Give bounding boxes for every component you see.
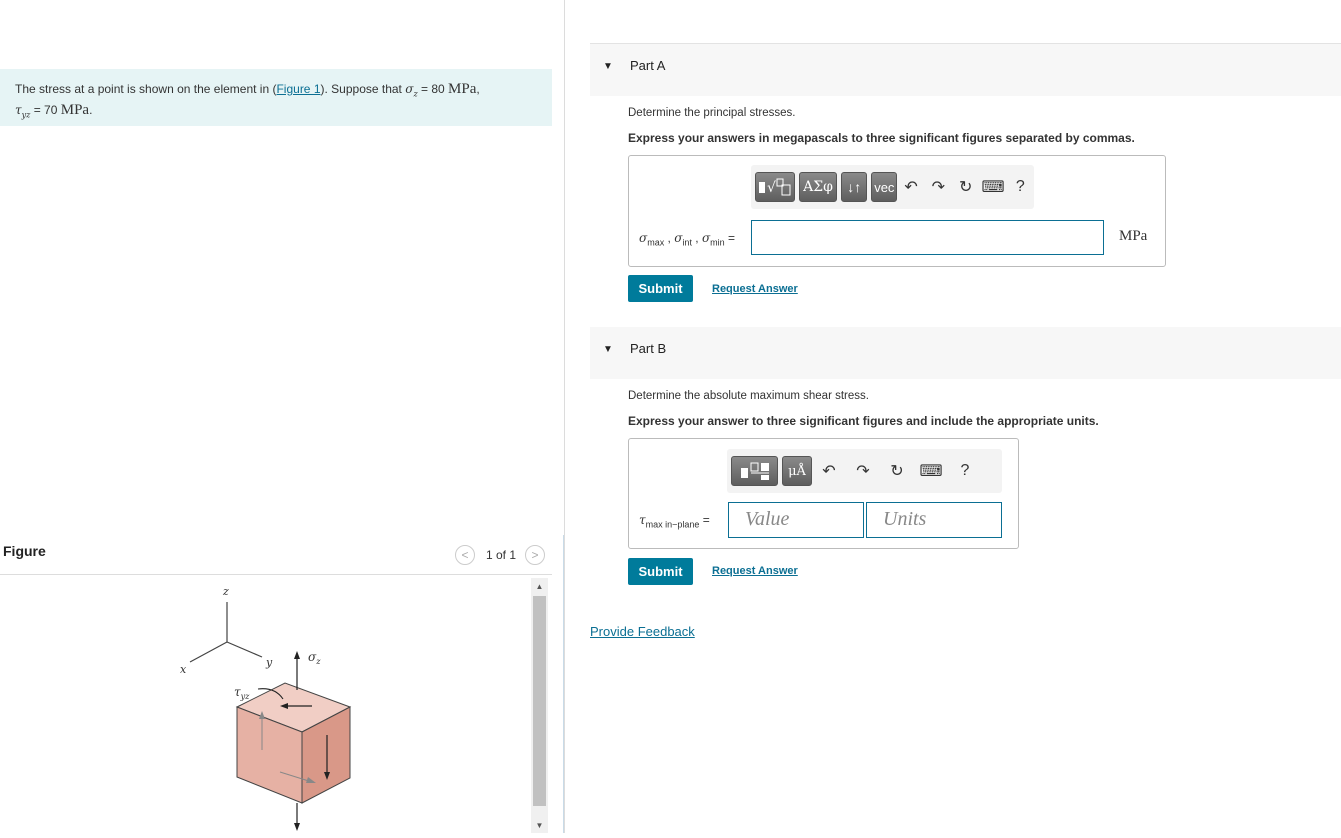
reset-icon[interactable]: ↻ — [952, 172, 979, 202]
pane-divider[interactable] — [564, 0, 565, 833]
problem-intro: The stress at a point is shown on the el… — [15, 82, 277, 96]
sigma-z-label: σz — [308, 650, 321, 666]
scroll-down-arrow-icon[interactable]: ▼ — [531, 817, 548, 833]
collapse-caret-icon[interactable]: ▼ — [603, 61, 613, 72]
help-icon[interactable]: ? — [948, 456, 982, 486]
x-axis-line — [189, 641, 228, 663]
value-placeholder: Value — [745, 508, 790, 530]
units-template-glyph — [740, 462, 769, 480]
figure-title: Figure — [3, 543, 46, 559]
sigma-z-arrowhead-top — [294, 651, 300, 659]
tau-eq: = 70 — [30, 103, 61, 118]
sigma-eq: = 80 — [417, 82, 449, 96]
figure-prev-button[interactable]: < — [455, 545, 475, 565]
axis-y-label: y — [265, 656, 273, 669]
help-icon[interactable]: ? — [1007, 172, 1034, 202]
part-a-answer-input[interactable] — [751, 220, 1104, 255]
part-a-header[interactable]: ▼ Part A — [590, 44, 1341, 96]
figure-link[interactable]: Figure 1 — [276, 82, 320, 96]
sort-arrows-icon[interactable]: ↓↑ — [841, 172, 868, 202]
vec-button[interactable]: vec — [871, 172, 898, 202]
redo-icon[interactable]: ↷ — [846, 456, 880, 486]
part-a-instruction: Express your answers in megapascals to t… — [628, 131, 1135, 145]
part-b-toolbar: μÅ ↶ ↷ ↻ ⌨ ? — [727, 449, 1002, 493]
undo-icon[interactable]: ↶ — [812, 456, 846, 486]
part-a-toolbar: √ ΑΣφ ↓↑ vec ↶ ↷ ↻ ⌨ ? — [751, 165, 1034, 209]
part-b-request-answer-link[interactable]: Request Answer — [712, 565, 798, 577]
part-a-unit: MPa — [1119, 228, 1148, 244]
part-b-instruction: Express your answer to three significant… — [628, 414, 1099, 428]
scroll-thumb[interactable] — [533, 596, 546, 806]
keyboard-icon[interactable]: ⌨ — [914, 456, 948, 486]
comma: , — [476, 82, 480, 96]
figure-area: z y x σz τyz — [0, 575, 530, 833]
tau-unit: MPa — [60, 102, 90, 119]
pane-divider-accent — [563, 535, 564, 833]
figure-nav: < 1 of 1 > — [455, 544, 546, 566]
part-b-question: Determine the absolute maximum shear str… — [628, 390, 869, 402]
y-axis-line — [226, 641, 263, 658]
part-b-submit-button[interactable]: Submit — [628, 558, 693, 585]
part-b-value-input[interactable]: Value — [728, 502, 864, 538]
part-a-title: Part A — [630, 58, 666, 73]
period: . — [89, 103, 93, 118]
part-a-answer-box: √ ΑΣφ ↓↑ vec ↶ ↷ ↻ ⌨ ? σmax , σint , σmi… — [628, 155, 1166, 267]
problem-statement: The stress at a point is shown on the el… — [0, 69, 552, 126]
provide-feedback-link[interactable]: Provide Feedback — [590, 624, 695, 639]
part-b-header[interactable]: ▼ Part B — [590, 327, 1341, 379]
sigma-unit: MPa — [448, 81, 477, 97]
figure-next-button[interactable]: > — [525, 545, 546, 565]
reset-icon[interactable]: ↻ — [880, 456, 914, 486]
tau-symbol: τ — [15, 103, 22, 118]
keyboard-icon[interactable]: ⌨ — [979, 172, 1006, 202]
mu-angstrom-button[interactable]: μÅ — [782, 456, 812, 486]
part-b-units-input[interactable]: Units — [866, 502, 1002, 538]
undo-icon[interactable]: ↶ — [897, 172, 924, 202]
figure-scrollbar[interactable]: ▲ ▼ — [531, 578, 548, 833]
collapse-caret-icon[interactable]: ▼ — [603, 344, 613, 355]
right-pane: ▼ Part A Determine the principal stresse… — [590, 0, 1341, 833]
axis-z-label: z — [222, 585, 229, 598]
part-a-question: Determine the principal stresses. — [628, 107, 796, 119]
stress-element-figure: z y x σz τyz — [180, 585, 352, 831]
scroll-up-arrow-icon[interactable]: ▲ — [531, 578, 548, 594]
tau-yz-label: τyz — [234, 685, 250, 701]
greek-symbols-button[interactable]: ΑΣφ — [799, 172, 838, 202]
units-placeholder: Units — [883, 508, 927, 530]
problem-mid: ). Suppose that — [320, 82, 406, 96]
figure-count: 1 of 1 — [486, 548, 517, 562]
axis-x-label: x — [180, 663, 187, 676]
template-icon[interactable]: √ — [755, 172, 795, 202]
redo-icon[interactable]: ↷ — [925, 172, 952, 202]
left-pane: The stress at a point is shown on the el… — [0, 0, 565, 833]
sigma-z-arrowhead-bottom — [294, 823, 300, 831]
part-b-title: Part B — [630, 341, 667, 356]
part-a-answer-label: σmax , σint , σmin = — [639, 231, 736, 248]
part-b-answer-label: τmax in−plane = — [639, 513, 710, 530]
part-a-request-answer-link[interactable]: Request Answer — [712, 283, 798, 295]
root-template-glyph: √ — [759, 178, 791, 196]
part-a-submit-button[interactable]: Submit — [628, 275, 693, 302]
svg-text:√: √ — [767, 180, 776, 196]
units-template-icon[interactable] — [731, 456, 778, 486]
part-b-answer-box: μÅ ↶ ↷ ↻ ⌨ ? τmax in−plane = Value Units — [628, 438, 1019, 549]
